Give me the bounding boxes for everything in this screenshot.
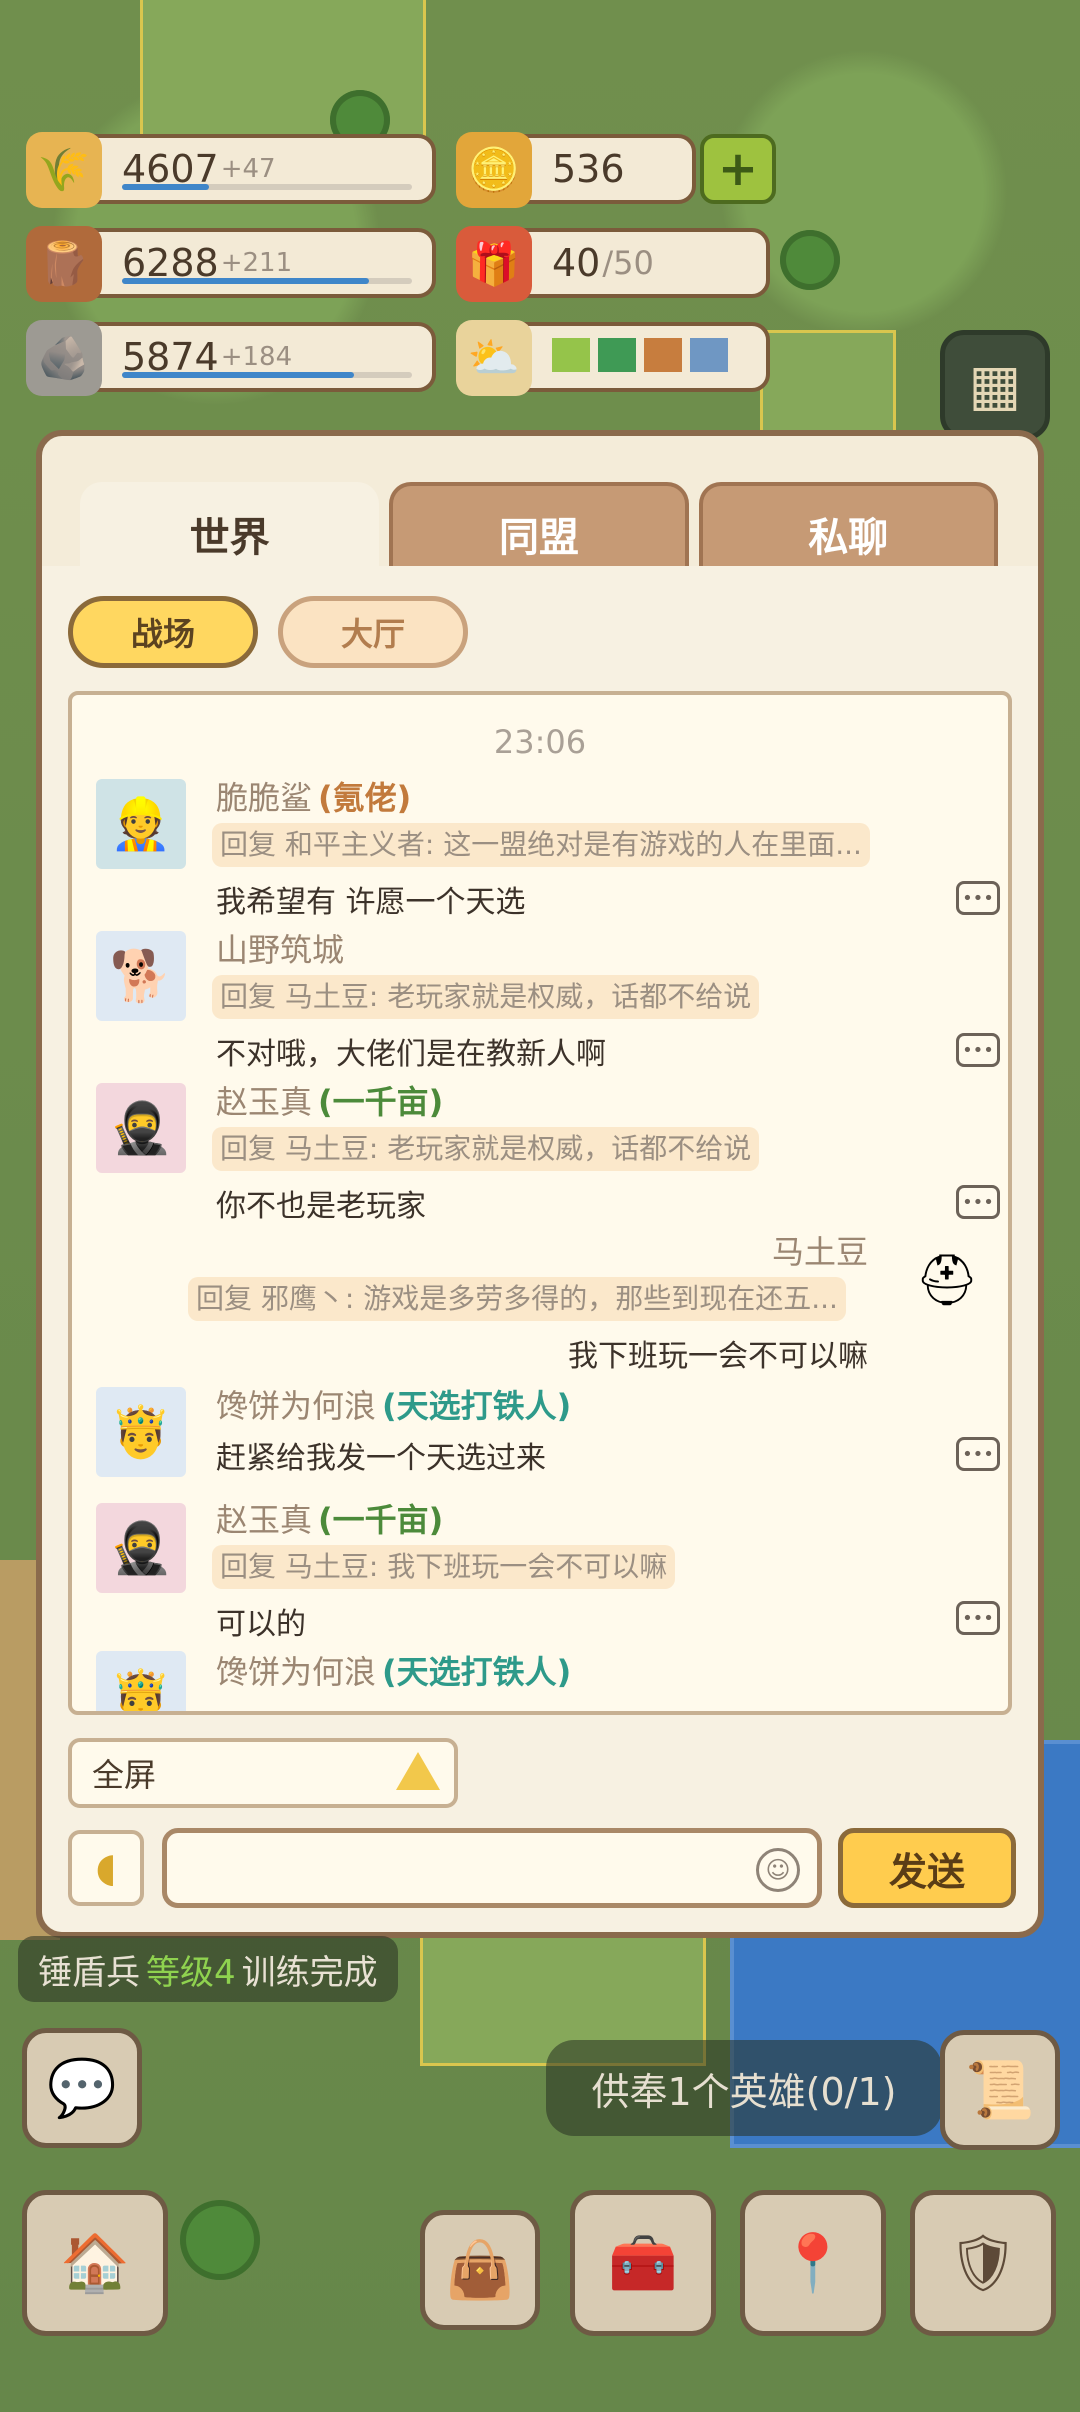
stone-progress — [122, 372, 412, 378]
chat-body: 战场 大厅 23:06 👷 脆脆鲨 (氪佬) 回复 和平主义者: 这一盟绝对是有游… — [42, 566, 1038, 1932]
send-button[interactable]: 发送 — [838, 1828, 1016, 1908]
reply-bubble-icon[interactable]: ••• — [956, 1033, 1000, 1067]
weather-resource[interactable]: ⛅ — [456, 320, 770, 396]
sender-name: 馋饼为何浪 (天选打铁人) — [216, 1387, 572, 1425]
voice-toggle-icon[interactable]: ◖ — [68, 1830, 144, 1906]
wood-progress — [122, 278, 412, 284]
reply-quote[interactable]: 回复 马土豆: 老玩家就是权威，话都不给说 — [212, 1127, 760, 1171]
map-tree — [180, 2200, 260, 2280]
subtab-lobby[interactable]: 大厅 — [278, 596, 468, 668]
gold-resource[interactable]: 🪙 536 — [456, 132, 696, 208]
map-pin-icon[interactable]: 📍 — [740, 2190, 886, 2336]
avatar[interactable]: 👷 — [96, 779, 186, 869]
reply-bubble-icon[interactable]: ••• — [956, 1185, 1000, 1219]
avatar[interactable]: 🐕 — [96, 931, 186, 1021]
gift-icon: 🎁 — [456, 226, 532, 302]
stone-icon: 🪨 — [26, 320, 102, 396]
toast-status: 训练完成 — [241, 1952, 378, 1993]
stone-resource[interactable]: 🪨 5874 +184 — [26, 320, 436, 396]
bag-icon[interactable]: 👜 — [420, 2210, 540, 2330]
wood-delta: +211 — [220, 248, 293, 278]
scroll-quest-icon[interactable]: 📜 — [940, 2030, 1060, 2150]
reply-bubble-icon[interactable]: ••• — [956, 1437, 1000, 1471]
stone-delta: +184 — [220, 342, 293, 372]
expand-up-icon — [396, 1752, 440, 1790]
food-resource[interactable]: 🌾 4607 +47 — [26, 132, 436, 208]
subtab-battlefield[interactable]: 战场 — [68, 596, 258, 668]
weather-icon: ⛅ — [456, 320, 532, 396]
chat-bubble-icon[interactable]: 💬 — [22, 2028, 142, 2148]
chat-input[interactable] — [162, 1828, 822, 1908]
message-text: 你不也是老玩家 — [216, 1189, 426, 1224]
sender-name: 赵玉真 (一千亩) — [216, 1501, 444, 1539]
fullscreen-label: 全屏 — [92, 1756, 157, 1794]
chat-panel: 世界 同盟 私聊 战场 大厅 23:06 👷 脆脆鲨 (氪佬) 回复 和平主义者:… — [36, 430, 1044, 1938]
gift-value: 40 — [552, 241, 601, 285]
fullscreen-toggle[interactable]: 全屏 — [68, 1738, 458, 1808]
log-icon: 🪵 — [26, 226, 102, 302]
gift-max: /50 — [602, 244, 654, 282]
sender-name: 马土豆 — [771, 1233, 868, 1271]
training-toast: 锤盾兵 等级4 训练完成 — [18, 1936, 398, 2002]
avatar[interactable]: 🥷 — [96, 1503, 186, 1593]
food-delta: +47 — [220, 154, 276, 184]
gold-value: 536 — [552, 147, 625, 191]
gift-resource[interactable]: 🎁 40 /50 — [456, 226, 770, 302]
message-text: 我下班玩一会不可以嘛 — [568, 1339, 868, 1374]
add-gold-button[interactable]: + — [700, 134, 776, 204]
message-text: 我希望有 许愿一个天选 — [216, 885, 526, 920]
avatar[interactable]: ⛑ — [902, 1235, 992, 1325]
reply-bubble-icon[interactable]: ••• — [956, 1601, 1000, 1635]
sender-name: 赵玉真 (一千亩) — [216, 1083, 444, 1121]
reply-quote[interactable]: 回复 邪鹰丶: 游戏是多劳多得的，那些到现在还五... — [188, 1277, 846, 1321]
message-text: 可以的 — [216, 1607, 306, 1642]
avatar[interactable]: 🥷 — [96, 1083, 186, 1173]
hero-house-icon[interactable]: 🏠 — [22, 2190, 168, 2336]
knight-icon[interactable]: 🛡 — [910, 2190, 1056, 2336]
message-list[interactable]: 23:06 👷 脆脆鲨 (氪佬) 回复 和平主义者: 这一盟绝对是有游戏的人在里面… — [68, 691, 1012, 1715]
sender-name: 山野筑城 — [216, 931, 345, 969]
toast-level: 等级4 — [146, 1952, 236, 1993]
quest-tracker[interactable]: 供奉1个英雄(0/1) — [546, 2040, 942, 2136]
food-progress — [122, 184, 412, 190]
chest-icon[interactable]: 🧰 — [570, 2190, 716, 2336]
wood-resource[interactable]: 🪵 6288 +211 — [26, 226, 436, 302]
message-text: 不对哦，大佬们是在教新人啊 — [216, 1037, 606, 1072]
reply-quote[interactable]: 回复 和平主义者: 这一盟绝对是有游戏的人在里面... — [212, 823, 870, 867]
wheat-icon: 🌾 — [26, 132, 102, 208]
sender-name: 脆脆鲨 (氪佬) — [216, 779, 412, 817]
avatar[interactable]: 🤴 — [96, 1387, 186, 1477]
grid-menu-icon[interactable]: ▦ — [940, 330, 1050, 440]
timestamp: 23:06 — [493, 723, 587, 761]
reply-bubble-icon[interactable]: ••• — [956, 881, 1000, 915]
emoji-icon[interactable]: ☺ — [756, 1848, 800, 1892]
season-chips — [552, 338, 736, 376]
reply-quote[interactable]: 回复 马土豆: 老玩家就是权威，话都不给说 — [212, 975, 760, 1019]
reply-quote[interactable]: 回复 马土豆: 我下班玩一会不可以嘛 — [212, 1545, 676, 1589]
coin-icon: 🪙 — [456, 132, 532, 208]
map-tree — [780, 230, 840, 290]
toast-unit: 锤盾兵 — [38, 1952, 140, 1993]
avatar[interactable]: 🤴 — [96, 1651, 186, 1711]
sender-name: 馋饼为何浪 (天选打铁人) — [216, 1653, 572, 1691]
message-text: 赶紧给我发一个天选过来 — [216, 1441, 546, 1476]
